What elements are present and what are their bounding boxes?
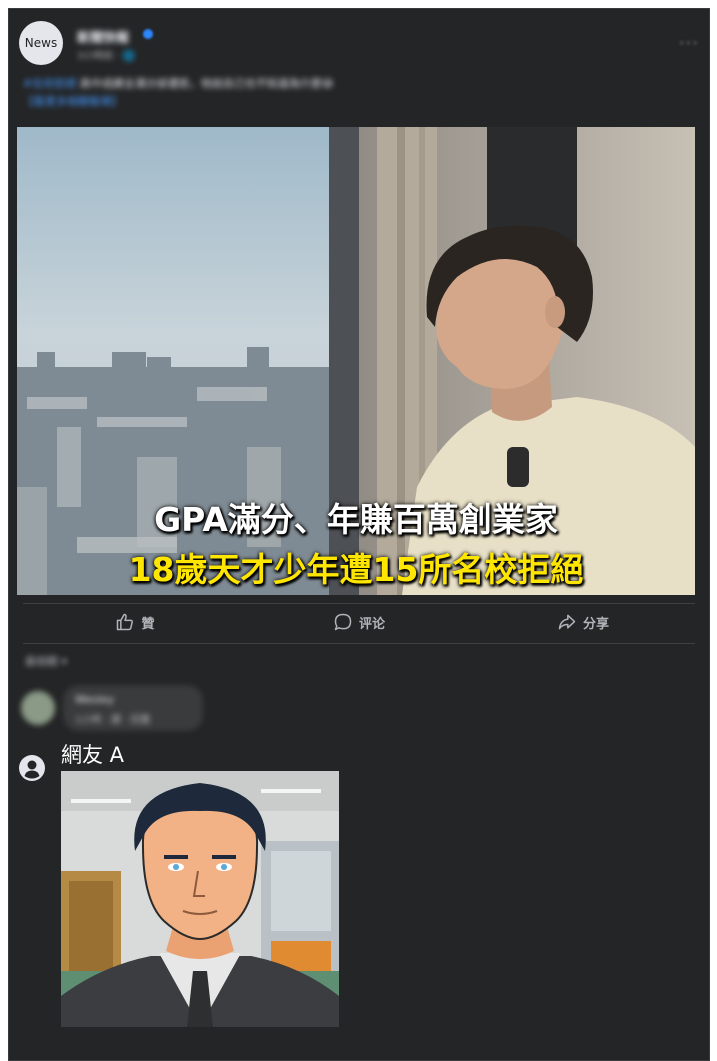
caption-link[interactable]: 【看更多相關報導】 (23, 95, 122, 108)
like-button[interactable]: 贊 (23, 605, 247, 639)
post-header: News 新聞快報 3小時前 · 🌐 ··· (19, 21, 699, 71)
share-arrow-icon (558, 614, 576, 630)
caption-text: 高中成績全滿分卻遭拒，他說自己也不知道為什麼😅 (79, 77, 334, 90)
reply-image[interactable] (61, 771, 339, 1027)
thumbs-up-icon (117, 613, 134, 631)
reply-author-name[interactable]: 網友 A (61, 739, 124, 769)
post-card: News 新聞快報 3小時前 · 🌐 ··· #名校拒絕 高中成績全滿分卻遭拒，… (8, 8, 710, 1061)
page-name[interactable]: 新聞快報 (77, 27, 129, 46)
post-caption: #名校拒絕 高中成績全滿分卻遭拒，他說自己也不知道為什麼😅 【看更多相關報導】 (23, 75, 693, 111)
action-bar: 贊 评论 分享 (23, 605, 695, 639)
avatar-label: News (24, 36, 58, 50)
comment-bubble-icon (334, 613, 352, 631)
divider-top (23, 603, 695, 604)
blurred-comment: Wesley 1小時 · 讚 · 回覆 (17, 681, 257, 735)
share-label: 分享 (582, 616, 609, 632)
divider-bottom (23, 643, 695, 644)
user-avatar-icon[interactable] (19, 755, 45, 781)
comment-meta: 1小時 · 讚 · 回覆 (75, 715, 151, 726)
comment-sort-dropdown[interactable]: 最相關 ▾ (25, 653, 67, 669)
share-button[interactable]: 分享 (471, 605, 695, 639)
more-options-icon[interactable]: ··· (679, 33, 699, 54)
post-time[interactable]: 3小時前 · 🌐 (77, 47, 135, 62)
page-avatar[interactable]: News (19, 21, 63, 65)
image-headline-1: GPA滿分、年賺百萬創業家 (154, 500, 558, 539)
caption-hashtag[interactable]: #名校拒絕 (23, 77, 76, 90)
post-image[interactable]: GPA滿分、年賺百萬創業家 18歲天才少年遭15所名校拒絕 (17, 127, 695, 595)
like-label: 贊 (141, 616, 155, 632)
comment-label: 评论 (358, 616, 385, 632)
image-headline-2: 18歲天才少年遭15所名校拒絕 (128, 550, 584, 589)
cartoon-businessman-image (61, 771, 339, 1027)
comment-button[interactable]: 评论 (247, 605, 471, 639)
verified-icon (143, 29, 153, 39)
commenter-name[interactable]: Wesley (75, 693, 114, 706)
commenter-avatar[interactable] (21, 691, 55, 725)
